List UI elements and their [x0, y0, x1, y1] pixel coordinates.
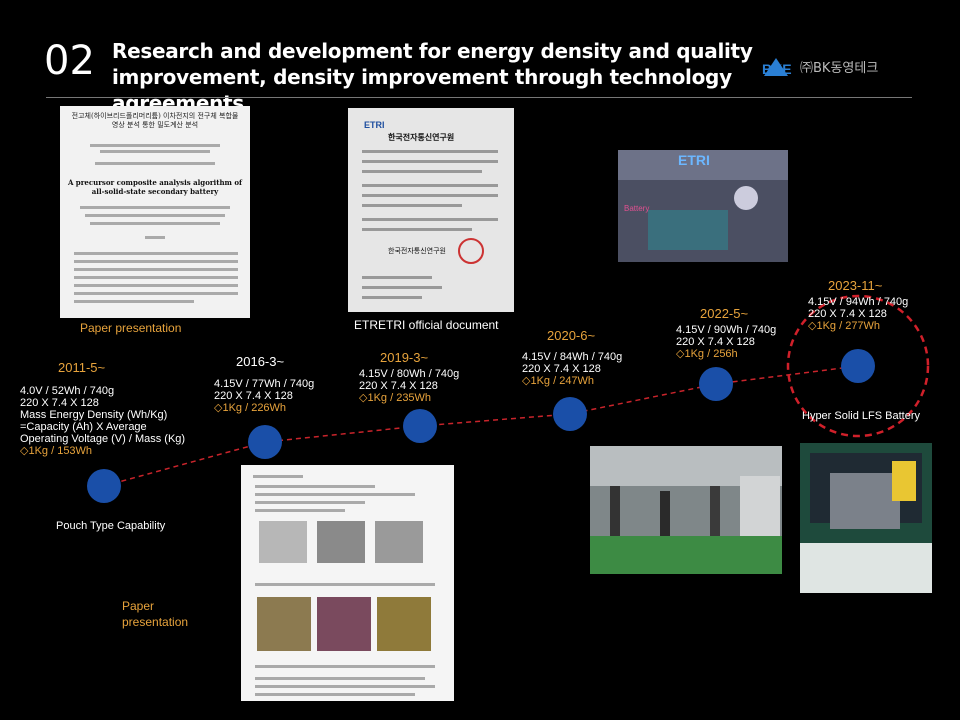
date-label: 2022-5~	[700, 306, 749, 321]
density-highlight: ◇1Kg / 247Wh	[522, 375, 595, 387]
timeline-entry-2023: 2023-11~ 4.15V / 94Wh / 740g 220 X 7.4 X…	[808, 278, 908, 332]
spec-line: 4.15V / 77Wh / 740g	[214, 378, 315, 390]
spec-line: 220 X 7.4 X 128	[808, 308, 887, 320]
date-label: 2020-6~	[547, 328, 596, 343]
timeline-dot-2016	[248, 425, 282, 459]
spec-line: 4.15V / 80Wh / 740g	[359, 368, 460, 380]
timeline-dot-2011	[87, 469, 121, 503]
timeline-entry-2022: 2022-5~ 4.15V / 90Wh / 740g 220 X 7.4 X …	[676, 306, 776, 360]
pouch-type-caption: Pouch Type Capability	[56, 520, 166, 532]
timeline-entry-2020: 2020-6~ 4.15V / 84Wh / 740g 220 X 7.4 X …	[522, 328, 622, 387]
timeline-entry-2011: 2011-5~ 4.0V / 52Wh / 740g 220 X 7.4 X 1…	[20, 360, 185, 457]
date-label: 2023-11~	[828, 278, 883, 293]
timeline-entry-2016: 2016-3~ 4.15V / 77Wh / 740g 220 X 7.4 X …	[214, 354, 314, 414]
date-label: 2019-3~	[380, 350, 429, 365]
density-highlight: ◇1Kg / 277Wh	[808, 320, 881, 332]
spec-line: Operating Voltage (V) / Mass (Kg)	[20, 433, 186, 445]
timeline-dot-2020	[553, 397, 587, 431]
timeline-dot-2022	[699, 367, 733, 401]
spec-line: 220 X 7.4 X 128	[522, 363, 601, 375]
spec-line: Mass Energy Density (Wh/Kg)	[20, 409, 168, 421]
timeline-dot-2019	[403, 409, 437, 443]
timeline-dot-2023	[841, 349, 875, 383]
spec-line: 220 X 7.4 X 128	[20, 397, 99, 409]
spec-line: 220 X 7.4 X 128	[214, 390, 293, 402]
density-highlight: ◇1Kg / 235Wh	[359, 392, 432, 404]
date-label: 2016-3~	[236, 354, 285, 369]
timeline-entry-2019: 2019-3~ 4.15V / 80Wh / 740g 220 X 7.4 X …	[359, 350, 459, 404]
date-label: 2011-5~	[58, 360, 106, 375]
spec-line: 4.0V / 52Wh / 740g	[20, 385, 115, 397]
density-highlight: ◇1Kg / 153Wh	[20, 445, 93, 457]
spec-line: 220 X 7.4 X 128	[359, 380, 438, 392]
spec-line: 220 X 7.4 X 128	[676, 336, 755, 348]
spec-line: =Capacity (Ah) X Average	[20, 421, 147, 433]
spec-line: 4.15V / 84Wh / 740g	[522, 351, 623, 363]
spec-line: 4.15V / 94Wh / 740g	[808, 296, 909, 308]
spec-line: 4.15V / 90Wh / 740g	[676, 324, 777, 336]
hyper-solid-caption: Hyper Solid LFS Battery	[802, 410, 920, 422]
density-highlight: ◇1Kg / 226Wh	[214, 402, 287, 414]
density-highlight: ◇1Kg / 256h	[676, 348, 738, 360]
